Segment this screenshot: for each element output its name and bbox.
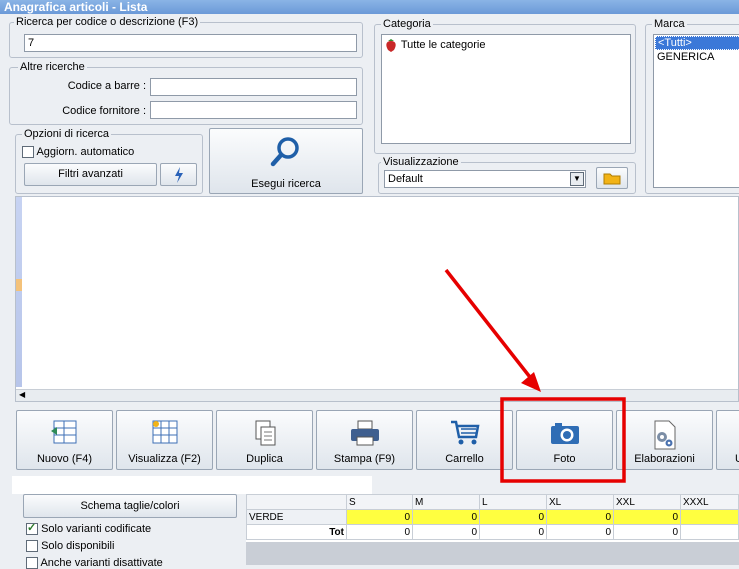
filter-available-row[interactable]: Solo disponibili — [26, 540, 115, 553]
filter-codified-row[interactable]: ✓ Solo varianti codificate — [26, 522, 152, 536]
filter-disabled-checkbox[interactable] — [26, 557, 38, 569]
size-header: L — [479, 494, 547, 510]
size-header: M — [412, 494, 480, 510]
grid-empty-area — [246, 542, 739, 565]
color-cell: VERDE — [246, 509, 347, 525]
corner-cell — [246, 494, 347, 510]
filter-disabled-label: Anche varianti disattivate — [40, 557, 163, 569]
qty-cell[interactable]: 0 — [479, 509, 547, 525]
total-cell: 0 — [613, 524, 681, 540]
qty-cell[interactable]: 0 — [412, 509, 480, 525]
size-color-scheme-button[interactable]: Schema taglie/colori — [23, 494, 237, 518]
size-header: XXL — [613, 494, 681, 510]
filter-available-label: Solo disponibili — [41, 540, 115, 552]
annotation-arrow-line — [444, 268, 535, 383]
filter-available-checkbox[interactable] — [26, 540, 38, 553]
total-label: Tot — [246, 524, 347, 540]
total-row: Tot 0 0 0 0 0 — [246, 524, 739, 540]
total-cell: 0 — [546, 524, 614, 540]
total-cell — [680, 524, 739, 540]
size-header: XXXL — [680, 494, 739, 510]
size-header: XL — [546, 494, 614, 510]
total-cell: 0 — [479, 524, 547, 540]
qty-cell[interactable]: 0 — [546, 509, 614, 525]
filter-codified-label: Solo varianti codificate — [41, 523, 152, 535]
blank-strip — [12, 476, 372, 494]
filter-disabled-row[interactable]: Anche varianti disattivate — [26, 557, 163, 569]
qty-cell[interactable]: 0 — [346, 509, 413, 525]
qty-cell[interactable] — [680, 509, 739, 525]
total-cell: 0 — [412, 524, 480, 540]
size-header-row: S M L XL XXL XXXL — [246, 494, 739, 510]
annotation-highlight-box — [500, 397, 626, 483]
filter-codified-checkbox[interactable]: ✓ — [26, 522, 38, 536]
annotation-arrowhead — [521, 372, 541, 392]
table-row[interactable]: VERDE 0 0 0 0 0 — [246, 509, 739, 525]
size-header: S — [346, 494, 413, 510]
qty-cell[interactable]: 0 — [613, 509, 681, 525]
total-cell: 0 — [346, 524, 413, 540]
variants-grid[interactable]: S M L XL XXL XXXL VERDE 0 0 0 0 0 Tot 0 … — [246, 494, 739, 565]
